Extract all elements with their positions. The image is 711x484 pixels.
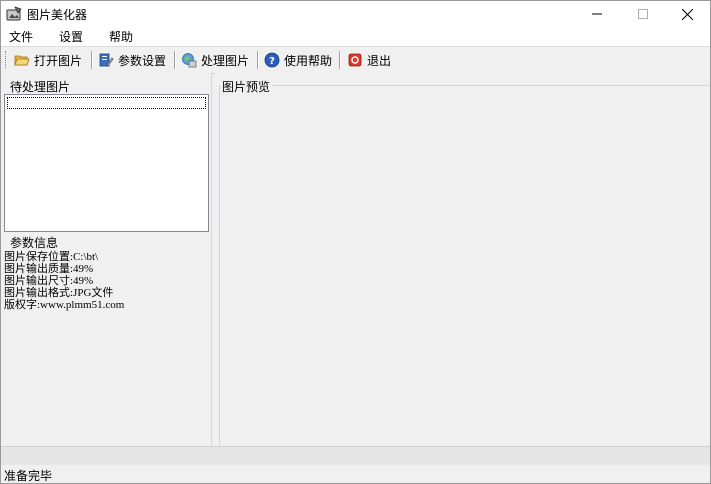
pending-images-title: 待处理图片 xyxy=(8,78,73,95)
minimize-button[interactable] xyxy=(574,1,620,27)
pending-images-list[interactable] xyxy=(4,94,209,232)
settings-label: 参数设置 xyxy=(118,53,167,68)
preview-panel: 图片预览 xyxy=(215,73,710,446)
help-label: 使用帮助 xyxy=(284,53,333,68)
toolbar-grip[interactable] xyxy=(5,51,8,69)
process-image-label: 处理图片 xyxy=(201,53,250,68)
param-output-format: 图片输出格式:JPG文件 xyxy=(4,287,114,299)
help-icon: ? xyxy=(264,52,280,68)
menu-settings[interactable]: 设置 xyxy=(57,28,85,45)
params-info-title: 参数信息 xyxy=(8,234,61,251)
settings-button[interactable]: 参数设置 xyxy=(98,50,166,70)
open-image-button[interactable]: 打开图片 xyxy=(14,50,82,70)
param-save-location: 图片保存位置:C:\bt\ xyxy=(4,251,99,263)
open-image-label: 打开图片 xyxy=(34,53,83,68)
close-icon xyxy=(681,8,693,20)
process-image-icon xyxy=(181,52,197,68)
menu-bar: 文件 设置 帮助 xyxy=(1,27,710,46)
image-tool-icon xyxy=(6,6,22,22)
exit-button[interactable]: 退出 xyxy=(347,50,391,70)
param-copyright: 版权字:www.plmm51.com xyxy=(4,299,125,311)
toolbar-separator xyxy=(174,51,176,69)
close-button[interactable] xyxy=(664,1,710,27)
status-bar: 准备完毕 xyxy=(1,465,710,483)
params-info: 图片保存位置:C:\bt\ 图片输出质量:49% 图片输出尺寸:49% 图片输出… xyxy=(4,251,124,311)
maximize-button[interactable] xyxy=(620,1,666,27)
folder-open-icon xyxy=(14,52,30,68)
exit-icon xyxy=(347,52,363,68)
process-image-button[interactable]: 处理图片 xyxy=(181,50,249,70)
exit-label: 退出 xyxy=(367,53,392,68)
horizontal-scrollbar[interactable] xyxy=(1,446,710,466)
toolbar-separator xyxy=(339,51,341,69)
preview-title: 图片预览 xyxy=(220,78,273,95)
toolbar-separator xyxy=(257,51,259,69)
help-button[interactable]: ? 使用帮助 xyxy=(264,50,332,70)
svg-text:?: ? xyxy=(269,56,275,67)
param-output-size: 图片输出尺寸:49% xyxy=(4,275,94,287)
param-output-quality: 图片输出质量:49% xyxy=(4,263,94,275)
menu-file[interactable]: 文件 xyxy=(7,28,35,45)
title-bar[interactable]: 图片美化器 xyxy=(1,1,710,27)
left-panel: 待处理图片 参数信息 图片保存位置:C:\bt\ 图片输出质量:49% 图片输出… xyxy=(1,73,212,446)
menu-help[interactable]: 帮助 xyxy=(107,28,135,45)
preview-area[interactable] xyxy=(219,85,710,446)
toolbar-separator xyxy=(91,51,93,69)
toolbar: 打开图片 参数设置 处理图片 ? 使用帮助 退出 xyxy=(1,46,710,74)
main-window: 图片美化器 文件 设置 帮助 打开图片 参数设置 处理图片 ? 使用帮助 退出 … xyxy=(0,0,711,484)
maximize-icon xyxy=(638,9,648,19)
minimize-icon xyxy=(592,13,602,15)
window-title: 图片美化器 xyxy=(27,8,88,22)
list-item[interactable] xyxy=(7,97,206,109)
settings-pencil-icon xyxy=(98,52,114,68)
status-text: 准备完毕 xyxy=(4,469,53,483)
